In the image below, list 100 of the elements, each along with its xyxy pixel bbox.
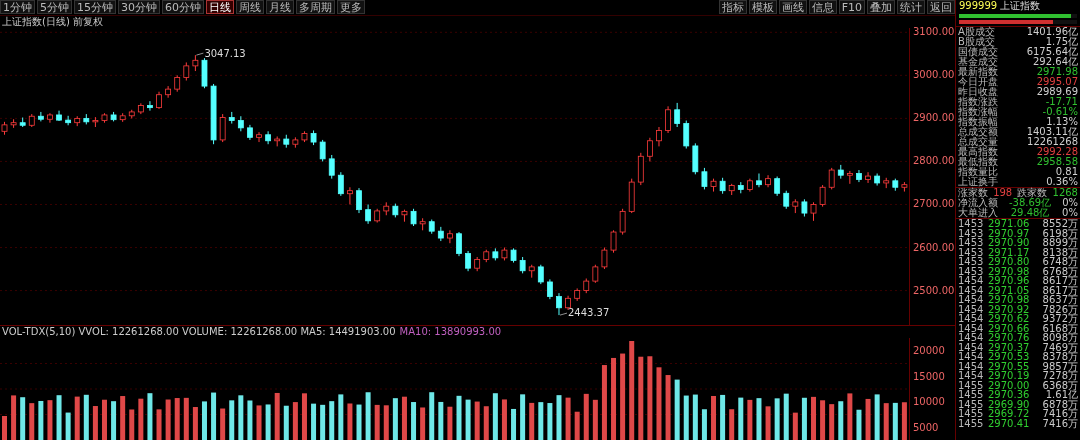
- candlestick: [819, 184, 826, 208]
- tick-price: 2970.66: [988, 323, 1031, 333]
- tool-button[interactable]: 指标: [718, 0, 747, 14]
- candlestick: [701, 167, 708, 190]
- price-axis-label: 2900.00: [913, 112, 955, 124]
- stat-value: 0.81: [1055, 167, 1078, 177]
- tick-price: 2970.98: [988, 295, 1031, 305]
- price-axis-label: 2500.00: [913, 284, 955, 296]
- period-tab[interactable]: 5分钟: [37, 0, 72, 14]
- down-count: 1268: [1052, 188, 1078, 198]
- tick-time: 1454: [958, 276, 985, 286]
- candlestick: [537, 264, 544, 285]
- tick-volume: 9857万: [1041, 361, 1078, 371]
- candlestick: [337, 171, 344, 197]
- period-tab[interactable]: 日线: [206, 0, 234, 14]
- tool-button[interactable]: F10: [838, 0, 865, 14]
- stat-value: 1.75亿: [1045, 37, 1078, 47]
- price-axis-label: 3100.00: [913, 26, 955, 38]
- price-axis-label: 2700.00: [913, 198, 955, 210]
- stat-value: 2989.69: [1036, 87, 1078, 97]
- tick-price: 2971.05: [988, 285, 1031, 295]
- stat-label: 总成交量: [958, 137, 998, 147]
- tick-volume: 7469万: [1041, 342, 1078, 352]
- period-tab[interactable]: 月线: [266, 0, 294, 14]
- stat-label: 昨日收盘: [958, 87, 998, 97]
- tick-time: 1455: [958, 418, 985, 428]
- tool-button[interactable]: 统计: [897, 0, 925, 14]
- tick-price: 2970.55: [988, 361, 1031, 371]
- tick-volume: 8637万: [1041, 295, 1078, 305]
- stat-value: 2971.98: [1036, 67, 1078, 77]
- tool-button[interactable]: 模板: [748, 0, 777, 14]
- period-tab[interactable]: 多周期: [296, 0, 335, 14]
- stat-label: 最新指数: [958, 67, 998, 77]
- candlestick: [683, 120, 690, 150]
- volume-axis-label: 10000: [913, 396, 946, 408]
- candlestick: [265, 130, 272, 145]
- stat-label: 国债成交: [958, 47, 998, 57]
- tick-time: 1455: [958, 409, 985, 419]
- period-tab[interactable]: 60分钟: [162, 0, 204, 14]
- tick-time: 1455: [958, 380, 985, 390]
- candlestick: [447, 229, 453, 244]
- tool-button[interactable]: 信息: [808, 0, 837, 14]
- stat-label: A股成交: [958, 27, 995, 37]
- tick-price: 2970.92: [988, 304, 1031, 314]
- tick-time: 1455: [958, 390, 985, 400]
- stat-label: 最高指数: [958, 147, 998, 157]
- candlestick: [846, 170, 853, 185]
- stat-label: 总成交额: [958, 127, 998, 137]
- period-tab[interactable]: 30分钟: [118, 0, 160, 14]
- period-tab[interactable]: 周线: [236, 0, 264, 14]
- tool-button[interactable]: 叠加: [867, 0, 895, 14]
- tick-price: 2970.37: [988, 342, 1031, 352]
- tick-time: 1455: [958, 399, 985, 409]
- period-tab[interactable]: 更多: [337, 0, 365, 14]
- tool-button[interactable]: 返回: [927, 0, 955, 14]
- tick-time: 1454: [958, 323, 985, 333]
- index-code: 999999: [959, 0, 998, 12]
- tick-volume: 6368万: [1041, 380, 1078, 390]
- tick-price: 2971.17: [988, 247, 1031, 257]
- stat-value: 6175.64亿: [1026, 47, 1078, 57]
- candlestick: [328, 154, 335, 180]
- tick-volume: 1.61亿: [1045, 390, 1078, 400]
- high-price-label: 3047.13: [196, 48, 246, 60]
- tick-time: 1453: [958, 228, 985, 238]
- candlestick: [183, 61, 190, 82]
- tick-time: 1453: [958, 266, 985, 276]
- tick-volume: 7416万: [1041, 418, 1078, 428]
- stat-value: 2958.58: [1036, 157, 1078, 167]
- candlestick: [610, 229, 617, 254]
- candlestick: [865, 171, 871, 184]
- tick-volume: 8899万: [1041, 238, 1078, 248]
- flow-label: 净流入额: [958, 198, 998, 208]
- volume-axis-label: 5000: [913, 421, 940, 433]
- index-name: 上证指数: [1000, 0, 1041, 12]
- candlestick: [219, 113, 226, 143]
- tick-volume: 6768万: [1041, 266, 1078, 276]
- candlestick: [256, 131, 262, 143]
- tool-button[interactable]: 画线: [778, 0, 807, 14]
- period-tab[interactable]: 15分钟: [74, 0, 116, 14]
- tick-time: 1454: [958, 304, 985, 314]
- low-price-label: 2443.37: [559, 307, 610, 319]
- stat-label: 基金成交: [958, 57, 998, 67]
- tick-price: 2969.90: [988, 399, 1031, 409]
- stat-value: 1403.11亿: [1026, 127, 1078, 137]
- up-count: 198: [993, 188, 1013, 198]
- tick-price: 2970.36: [988, 390, 1031, 400]
- candlestick: [656, 126, 662, 147]
- stat-label: 最低指数: [958, 157, 998, 167]
- stat-label: 指数量比: [958, 167, 998, 177]
- flow-percent: 0%: [1062, 208, 1078, 218]
- flow-label: 大单进入: [958, 208, 998, 218]
- tick-volume: 7278万: [1041, 371, 1078, 381]
- flow-percent: 0%: [1062, 198, 1078, 208]
- tick-time: 1454: [958, 285, 985, 295]
- period-tab[interactable]: 1分钟: [0, 0, 35, 14]
- tick-time: 1453: [958, 257, 985, 267]
- candlestick: [147, 100, 153, 112]
- adjust-label: 前复权: [73, 16, 103, 27]
- candlestick: [592, 264, 599, 284]
- tick-time: 1453: [958, 247, 985, 257]
